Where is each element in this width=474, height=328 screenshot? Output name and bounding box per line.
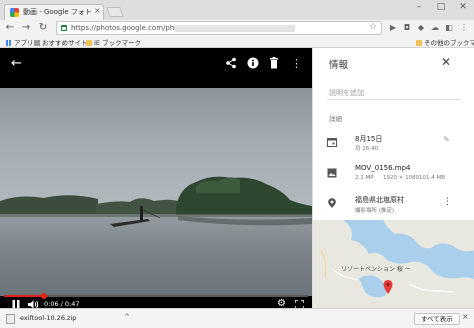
date-text: 8月15日	[355, 135, 383, 143]
window-maximize-button[interactable]: □	[430, 0, 452, 16]
info-icon[interactable]	[247, 57, 259, 69]
trash-icon[interactable]	[269, 57, 279, 69]
folder-icon	[86, 40, 92, 46]
browser-chrome: 動画 - Google フォト × – □ ✕ ← → ↻ https://ph…	[0, 0, 474, 48]
details-heading: 詳細	[329, 115, 342, 123]
location-subtext: 撮影場所 (推定)	[355, 208, 395, 214]
window-minimize-button[interactable]: –	[408, 0, 430, 16]
download-bar: exiftool-10.26.zip ^ すべて表示 ×	[0, 308, 474, 328]
description-input[interactable]: 説明を追加	[329, 88, 364, 98]
calendar-icon	[327, 138, 337, 147]
download-file-name[interactable]: exiftool-10.26.zip	[20, 314, 76, 322]
window-close-button[interactable]: ✕	[452, 0, 474, 16]
video-seek-bar[interactable]	[4, 293, 308, 299]
more-options-icon[interactable]: ⋮	[291, 58, 302, 70]
tab-google-photos[interactable]: 動画 - Google フォト ×	[4, 4, 104, 20]
info-panel: 情報 ✕ 説明を追加 詳細 8月15日 月 16:40 ✎ MOV_0156.m…	[312, 48, 474, 308]
description-underline	[327, 99, 461, 100]
share-icon[interactable]	[225, 57, 237, 69]
star-icon[interactable]: ☆	[369, 22, 377, 32]
bookmark-apps[interactable]: アプリ	[6, 37, 34, 47]
bookmark-label: おすすめサイト	[42, 39, 88, 47]
file-megapixels: 2.1 MP	[355, 175, 374, 181]
location-more-icon[interactable]: ⋮	[443, 197, 452, 207]
download-menu-icon[interactable]: ^	[124, 313, 130, 321]
camera-extension-icon[interactable]: ◘	[402, 23, 412, 33]
seek-bar-handle[interactable]	[40, 293, 47, 299]
play-extension-icon[interactable]: ▶	[388, 23, 398, 33]
bookmark-label: その他のブックマーク	[424, 39, 474, 47]
video-frame	[0, 88, 312, 296]
map-place-label: リゾートペンション 桜 ー	[341, 266, 411, 273]
video-time-display: 0:06 / 0:47	[44, 300, 80, 308]
menu-icon[interactable]: ⋮	[459, 23, 469, 33]
map-marker-icon	[383, 280, 393, 294]
lock-icon	[61, 25, 67, 31]
edit-pencil-icon[interactable]: ✎	[443, 135, 450, 144]
location-pin-icon	[328, 198, 336, 208]
new-tab-button[interactable]	[106, 7, 124, 17]
folder-icon	[416, 40, 422, 46]
tab-title: 動画 - Google フォト	[23, 8, 92, 16]
cloud-extension-icon[interactable]: ☁	[430, 23, 440, 33]
bookmark-page-icon	[34, 40, 40, 46]
file-resolution: 1920 × 1080	[383, 175, 420, 181]
info-panel-title: 情報	[329, 60, 349, 71]
address-bar[interactable]: https://photos.google.com/photo/ ☆	[56, 21, 382, 35]
zip-file-icon	[6, 314, 15, 324]
location-name: 福島県北塩原村	[355, 196, 404, 204]
tab-strip: 動画 - Google フォト × – □ ✕	[0, 0, 474, 20]
date-subtext: 月 16:40	[355, 146, 379, 152]
url-text: https://photos.google.com/photo/	[71, 24, 188, 32]
bookmark-other[interactable]: その他のブックマーク	[416, 37, 474, 47]
show-all-downloads-button[interactable]: すべて表示	[414, 313, 460, 325]
bookmark-ie-folder[interactable]: IE ブックマーク	[86, 37, 141, 47]
close-download-bar-icon[interactable]: ×	[462, 312, 469, 321]
forward-arrow-icon[interactable]: →	[20, 22, 32, 34]
image-file-icon	[327, 168, 337, 178]
file-size: 101.4 MB	[419, 175, 446, 181]
translate-extension-icon[interactable]: ◧	[444, 23, 454, 33]
lake-scene-image	[0, 176, 312, 227]
bookmark-label: IE ブックマーク	[94, 39, 142, 47]
tab-close-icon[interactable]: ×	[94, 6, 101, 15]
apps-grid-icon	[6, 40, 12, 46]
shield-extension-icon[interactable]: ◆	[416, 23, 426, 33]
google-photos-favicon-icon	[10, 8, 19, 17]
location-map[interactable]: リゾートペンション 桜 ー	[313, 220, 474, 308]
back-arrow-icon[interactable]: ←	[11, 57, 22, 70]
url-redacted	[175, 25, 295, 32]
bookmark-label: アプリ	[14, 39, 34, 47]
bookmark-recommended[interactable]: おすすめサイト	[34, 37, 88, 47]
file-name: MOV_0156.mp4	[355, 164, 411, 172]
close-icon[interactable]: ✕	[441, 55, 451, 69]
video-viewer[interactable]: ← ⋮ 0:06 / 0:47 ⚙	[0, 48, 312, 309]
browser-toolbar: ← → ↻ https://photos.google.com/photo/ ☆…	[0, 20, 474, 36]
reload-icon[interactable]: ↻	[37, 22, 49, 34]
bookmarks-bar: アプリ おすすめサイト IE ブックマーク その他のブックマーク	[0, 36, 474, 48]
back-arrow-icon[interactable]: ←	[4, 22, 16, 34]
seek-bar-progress	[4, 295, 44, 297]
